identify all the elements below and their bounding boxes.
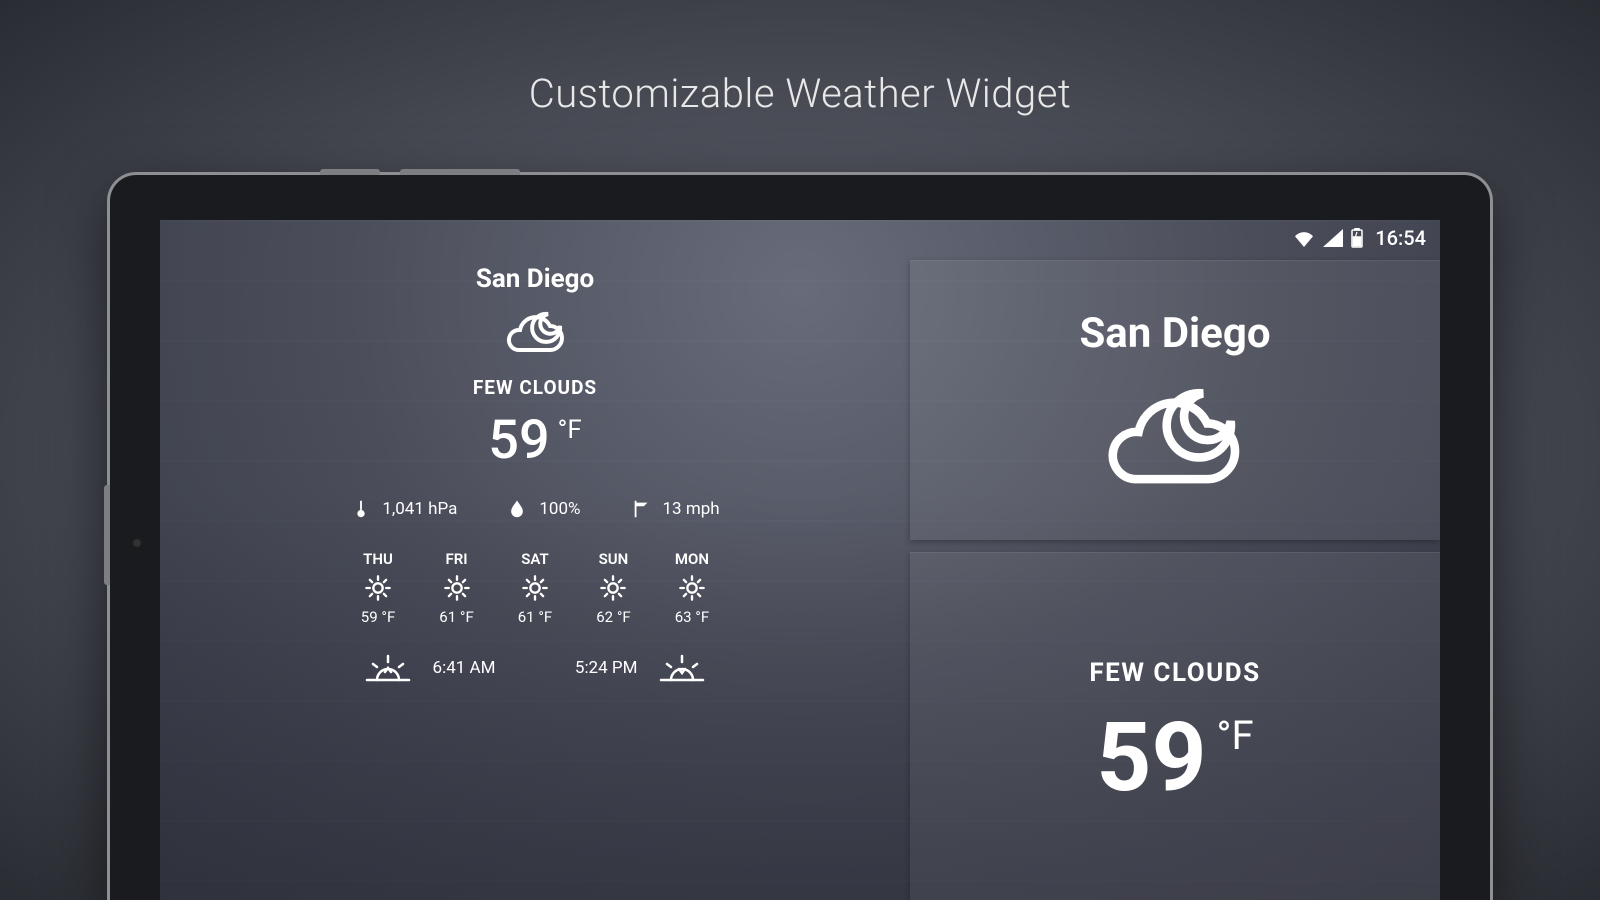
cloud-moon-icon [1090, 372, 1260, 492]
sun-icon [364, 574, 392, 602]
current-temp-large: 59 °F [1096, 702, 1253, 814]
temp-value: 59 [488, 409, 549, 472]
forecast-day[interactable]: FRI 61 °F [439, 550, 473, 626]
forecast-row: THU 59 °F FRI 61 °F SAT 61 °F [361, 550, 709, 626]
sunset-icon [659, 652, 705, 684]
forecast-temp: 61 °F [439, 608, 473, 626]
sun-icon [678, 574, 706, 602]
battery-icon [1351, 228, 1363, 248]
humidity-metric: 100% [507, 498, 580, 520]
tablet-screen: 16:54 San Diego FEW CLOUDS 59 °F [160, 220, 1440, 900]
forecast-day-label: SAT [521, 550, 548, 568]
forecast-day[interactable]: THU 59 °F [361, 550, 395, 626]
forecast-day[interactable]: MON 63 °F [675, 550, 709, 626]
forecast-day[interactable]: SAT 61 °F [518, 550, 552, 626]
forecast-day-label: SUN [599, 550, 629, 568]
forecast-temp: 59 °F [361, 608, 395, 626]
forecast-temp: 62 °F [596, 608, 630, 626]
forecast-temp: 61 °F [518, 608, 552, 626]
wind-flag-icon [631, 498, 653, 520]
side-button [104, 485, 110, 585]
forecast-temp: 63 °F [675, 608, 709, 626]
forecast-day-label: THU [363, 550, 393, 568]
wind-value: 13 mph [663, 499, 720, 519]
metrics-row: 1,041 hPa 100% 13 mph [350, 498, 719, 520]
temp-value-large: 59 [1096, 702, 1206, 814]
pressure-value: 1,041 hPa [382, 499, 457, 519]
temp-unit-large: °F [1217, 712, 1254, 759]
condition-label: FEW CLOUDS [473, 376, 597, 399]
weather-widget-detailed[interactable]: San Diego FEW CLOUDS 59 °F [160, 260, 910, 900]
sunrise-icon [365, 652, 411, 684]
status-time: 16:54 [1375, 226, 1426, 250]
signal-icon [1323, 229, 1343, 247]
status-bar: 16:54 [160, 220, 1440, 256]
forecast-day-label: FRI [445, 550, 467, 568]
large-panel-top[interactable]: San Diego [910, 260, 1440, 540]
sun-times-row: 6:41 AM 5:24 PM [365, 652, 706, 684]
current-temp: 59 °F [488, 409, 581, 472]
weather-widget-large[interactable]: San Diego FEW CLOUDS 59 °F [910, 260, 1440, 900]
wind-metric: 13 mph [631, 498, 720, 520]
sun-icon [521, 574, 549, 602]
page-title: Customizable Weather Widget [0, 70, 1600, 117]
volume-button [400, 169, 520, 175]
large-panel-bottom[interactable]: FEW CLOUDS 59 °F [910, 552, 1440, 900]
sun-icon [443, 574, 471, 602]
sunrise-time: 6:41 AM [433, 658, 496, 678]
sunset-time: 5:24 PM [517, 658, 637, 678]
pressure-metric: 1,041 hPa [350, 498, 457, 520]
city-label: San Diego [476, 264, 594, 294]
humidity-value: 100% [539, 499, 580, 519]
thermometer-icon [350, 498, 372, 520]
condition-label-large: FEW CLOUDS [1089, 658, 1260, 688]
droplet-icon [507, 498, 529, 520]
front-camera [132, 538, 142, 548]
sun-icon [599, 574, 627, 602]
temp-unit: °F [558, 415, 582, 445]
tablet-frame: 16:54 San Diego FEW CLOUDS 59 °F [110, 175, 1490, 900]
power-button [320, 169, 380, 175]
forecast-day-label: MON [675, 550, 709, 568]
cloud-moon-icon [498, 302, 572, 358]
forecast-day[interactable]: SUN 62 °F [596, 550, 630, 626]
city-label-large: San Diego [1079, 309, 1270, 358]
wifi-icon [1293, 229, 1315, 247]
